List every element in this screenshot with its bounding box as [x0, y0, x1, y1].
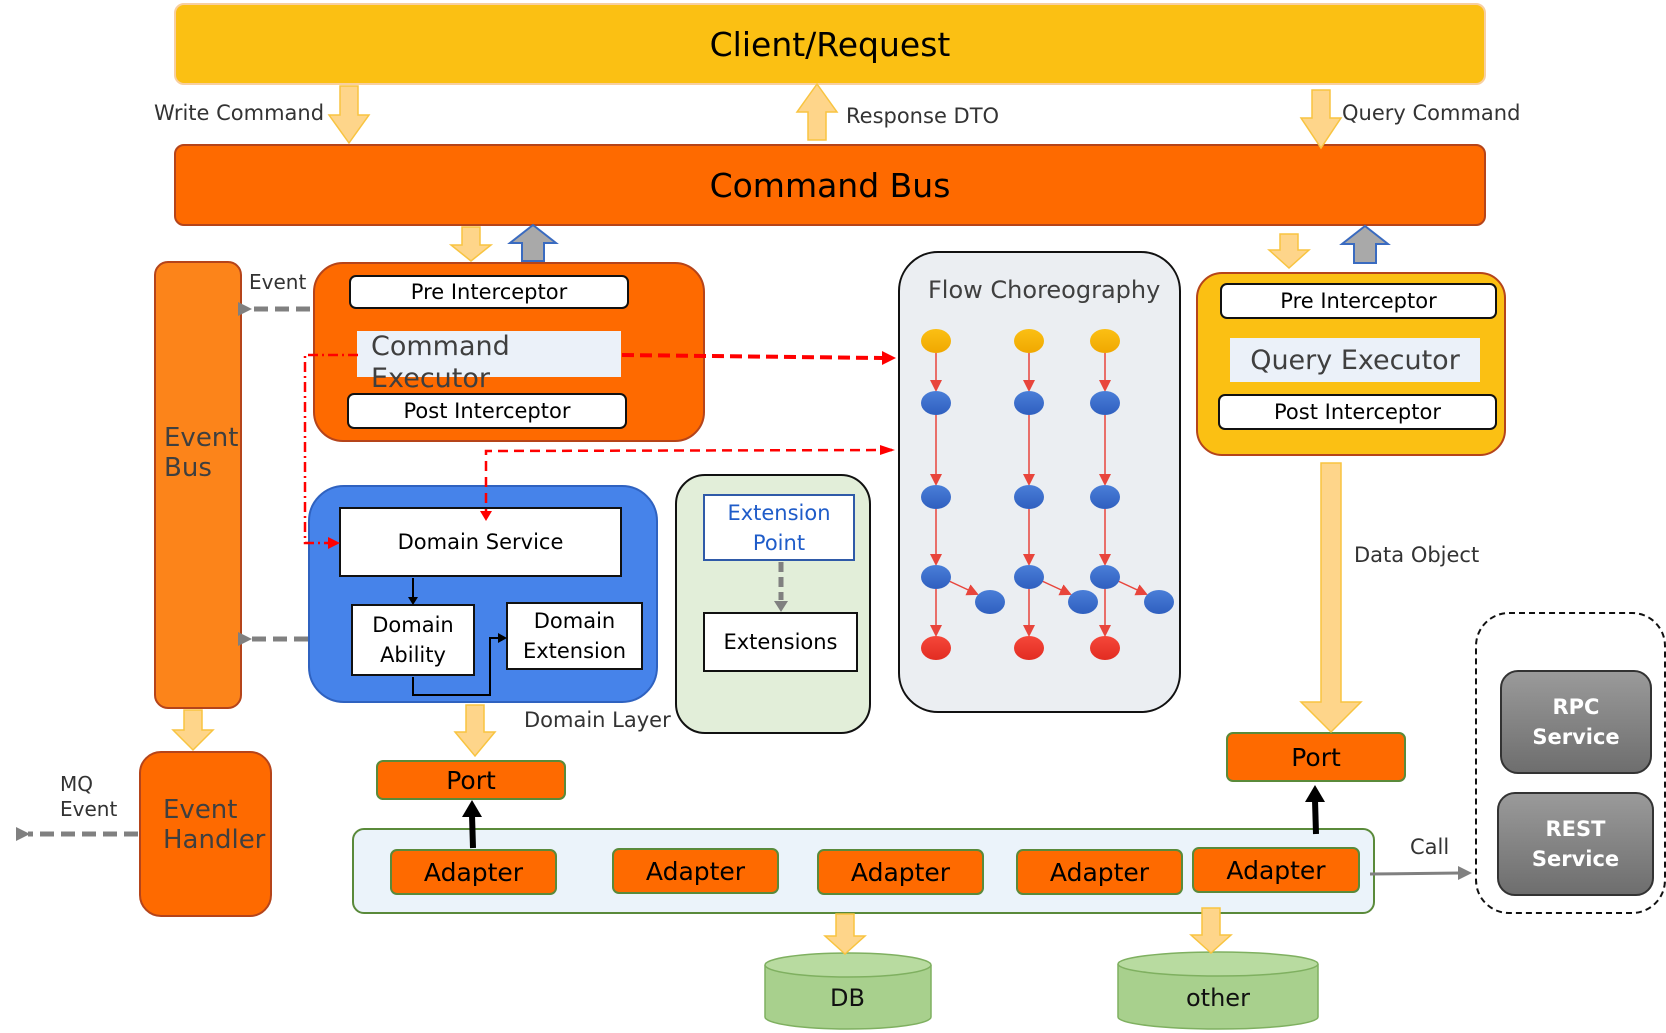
data-object-label: Data Object: [1354, 543, 1480, 567]
db-label: DB: [830, 984, 865, 1012]
command-executor-return-arrow: [507, 223, 559, 262]
extension-point-box: Extension Point: [703, 494, 855, 561]
command-bus-bar: Command Bus: [174, 144, 1486, 226]
client-request-bar: Client/Request: [174, 3, 1486, 85]
data-object-arrow: [1299, 462, 1363, 734]
call-arrow: [1369, 871, 1461, 876]
other-store-label: other: [1186, 984, 1250, 1012]
to-command-executor-arrow: [448, 226, 494, 262]
event-label: Event: [249, 270, 307, 294]
domain-ability-box: Domain Ability: [351, 604, 475, 676]
query-pre-interceptor: Pre Interceptor: [1220, 283, 1497, 319]
query-command-arrow: [1299, 89, 1343, 150]
adapter-box: Adapter: [612, 848, 779, 894]
call-label: Call: [1410, 835, 1450, 859]
event-bus-label: Event Bus: [164, 423, 239, 483]
query-executor-return-arrow: [1339, 224, 1391, 264]
event-handler: Event Handler: [139, 751, 272, 917]
query-command-label: Query Command: [1342, 101, 1521, 125]
write-command-arrow: [327, 85, 371, 145]
flow-choreography-title: Flow Choreography: [928, 276, 1161, 304]
adapter-box: Adapter: [390, 849, 557, 895]
query-post-interceptor: Post Interceptor: [1218, 394, 1497, 430]
domain-to-port-arrow: [453, 704, 497, 758]
extensions-box: Extensions: [703, 612, 858, 672]
command-executor-title: Command Executor: [357, 331, 621, 394]
domain-service-box: Domain Service: [339, 507, 622, 577]
to-query-executor-arrow: [1267, 233, 1311, 270]
event-bus: Event Bus: [154, 261, 242, 709]
adapter-box: Adapter: [1016, 849, 1183, 895]
client-request-label: Client/Request: [709, 24, 951, 64]
command-bus-label: Command Bus: [709, 165, 951, 205]
command-post-interceptor: Post Interceptor: [347, 393, 627, 429]
command-pre-interceptor: Pre Interceptor: [349, 275, 629, 309]
event-handler-label: Event Handler: [163, 795, 266, 855]
port-left: Port: [376, 760, 566, 800]
adapter-box: Adapter: [817, 849, 984, 895]
domain-layer-label: Domain Layer: [524, 708, 671, 732]
write-command-label: Write Command: [154, 101, 325, 125]
adapter-to-db-arrow: [823, 913, 867, 956]
event-bus-to-handler-arrow: [171, 709, 215, 752]
rpc-service-box: RPC Service: [1500, 670, 1652, 774]
call-arrowhead: [1458, 866, 1472, 880]
response-dto-arrow: [795, 82, 839, 141]
flow-choreography-panel: [898, 251, 1181, 713]
port-right: Port: [1226, 732, 1406, 782]
response-dto-label: Response DTO: [846, 104, 1000, 128]
adapter-to-other-arrow: [1189, 907, 1233, 955]
mq-event-label: MQ Event: [60, 772, 118, 821]
domain-extension-box: Domain Extension: [506, 602, 643, 670]
rest-service-box: REST Service: [1497, 792, 1654, 896]
adapter-box: Adapter: [1192, 847, 1360, 893]
query-executor-title: Query Executor: [1230, 338, 1480, 382]
